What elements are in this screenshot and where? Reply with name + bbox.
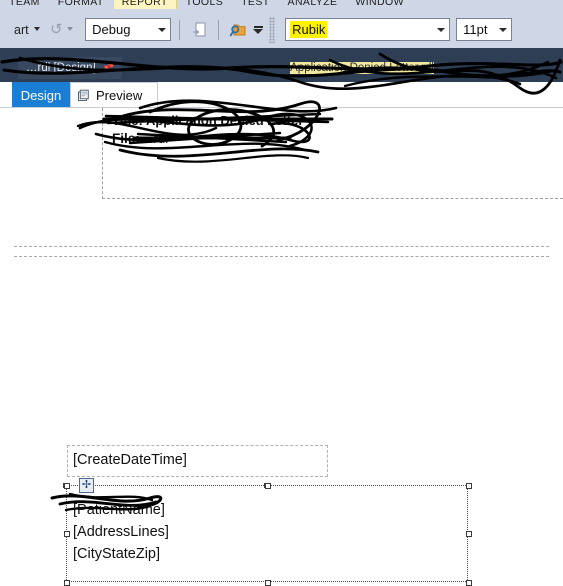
textbox-address-line-3: [CityStateZip] xyxy=(73,546,161,562)
toolbar-grip[interactable] xyxy=(269,16,276,43)
chevron-down-icon[interactable] xyxy=(33,26,40,31)
tab-preview[interactable]: Preview xyxy=(70,82,158,108)
document-tab-inactive-label: Application Denied Letter.rdl xyxy=(290,62,434,74)
font-size-combo[interactable]: 11pt xyxy=(456,18,513,41)
textbox-address-line-2: [AddressLines] xyxy=(73,524,169,540)
tab-design-label: Design xyxy=(20,87,62,103)
resize-handle-n[interactable] xyxy=(265,483,271,489)
find-in-files-icon[interactable] xyxy=(227,19,249,41)
menu-bar: TEAM FORMAT REPORT TOOLS TEST ANALYZE WI… xyxy=(0,0,563,11)
move-handle-icon[interactable]: ✢ xyxy=(79,478,94,493)
band-divider-top xyxy=(14,246,549,247)
resize-handle-w[interactable] xyxy=(64,531,70,537)
report-file-text[interactable]: File:…rdl xyxy=(112,131,168,146)
configuration-combo[interactable]: Debug xyxy=(85,18,172,41)
chevron-down-icon[interactable] xyxy=(67,26,74,31)
start-button-label[interactable]: art xyxy=(14,23,29,37)
standard-toolbar: art ↻ Debug Rubik 11pt xyxy=(0,11,563,48)
configuration-combo-value: Debug xyxy=(92,22,131,37)
refresh-icon[interactable]: ↻ xyxy=(50,21,63,38)
font-size-combo-value: 11pt xyxy=(463,22,488,37)
report-file-label: File: xyxy=(112,131,140,146)
menu-item-team[interactable]: TEAM xyxy=(0,0,49,10)
menu-item-format[interactable]: FORMAT xyxy=(49,0,113,10)
menu-item-window[interactable]: WINDOW xyxy=(346,0,412,10)
document-tab-inactive[interactable]: Application Denied Letter.rdl xyxy=(282,57,442,79)
toolbar-overflow-icon[interactable] xyxy=(253,25,264,34)
menu-item-report[interactable]: REPORT xyxy=(112,0,177,9)
resize-handle-se[interactable] xyxy=(466,580,472,586)
tab-preview-label: Preview xyxy=(96,88,143,103)
menu-item-analyze[interactable]: ANALYZE xyxy=(279,0,347,10)
chevron-down-icon[interactable] xyxy=(499,27,508,32)
textbox-address-block[interactable]: [PatientName] [AddressLines] [CityStateZ… xyxy=(64,478,472,586)
document-tab-active-label: …rdl [Design] xyxy=(26,62,96,74)
preview-icon xyxy=(77,89,91,103)
document-tab-active[interactable]: …rdl [Design] 📌 xyxy=(18,57,123,79)
tab-design[interactable]: Design xyxy=(12,82,70,108)
report-file-name: …rdl xyxy=(139,131,169,146)
menu-item-test[interactable]: TEST xyxy=(232,0,278,10)
menu-item-tools[interactable]: TOOLS xyxy=(177,0,232,10)
textbox-address-line-1: [PatientName] xyxy=(73,502,165,518)
toolbar-separator xyxy=(179,19,181,40)
textbox-create-date-time[interactable]: [CreateDateTime] xyxy=(67,445,328,477)
report-design-surface[interactable]: Title: Application Denied Letter File:…r… xyxy=(0,107,563,586)
chevron-down-icon[interactable] xyxy=(437,27,446,32)
resize-handle-sw[interactable] xyxy=(64,580,70,586)
font-family-combo-value: Rubik xyxy=(290,21,328,38)
document-tab-well: …rdl [Design] 📌 Application Denied Lette… xyxy=(0,48,563,82)
band-divider-bottom xyxy=(14,256,549,257)
resize-handle-e[interactable] xyxy=(466,531,472,537)
report-title-text[interactable]: Title: Application Denied Letter xyxy=(112,113,303,128)
resize-handle-ne[interactable] xyxy=(466,483,472,489)
chevron-down-icon[interactable] xyxy=(158,27,167,32)
resize-handle-s[interactable] xyxy=(265,580,271,586)
report-designer-window: TEAM FORMAT REPORT TOOLS TEST ANALYZE WI… xyxy=(0,0,563,586)
view-tab-strip: Design Preview xyxy=(0,82,563,108)
toolbar-separator xyxy=(218,19,220,40)
pin-icon[interactable]: 📌 xyxy=(102,63,114,74)
step-into-icon[interactable] xyxy=(188,19,210,41)
textbox-create-date-time-line: [CreateDateTime] xyxy=(73,452,187,468)
font-family-combo[interactable]: Rubik xyxy=(285,18,451,41)
resize-handle-nw[interactable] xyxy=(64,483,70,489)
